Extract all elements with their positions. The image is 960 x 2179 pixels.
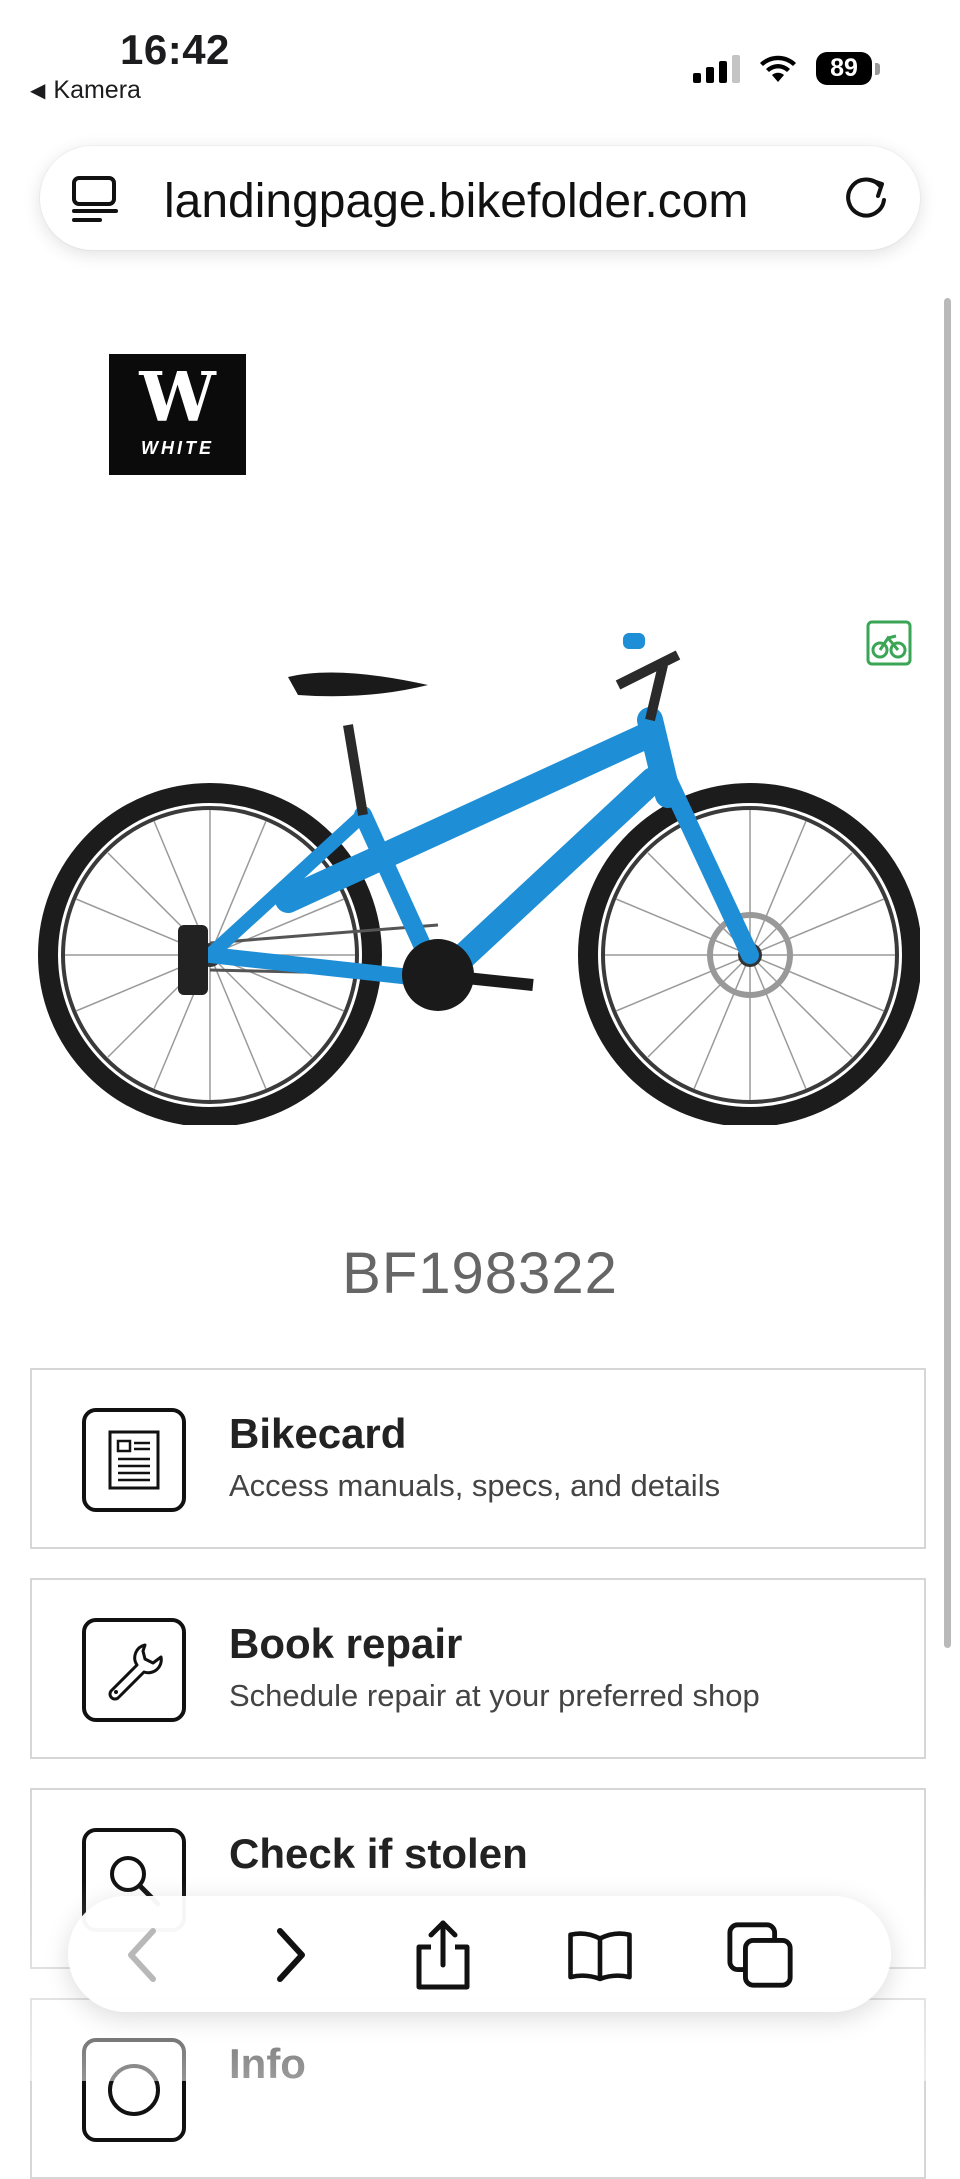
card-subtitle: Schedule repair at your preferred shop [229, 1678, 760, 1713]
status-icons: 89 [693, 52, 880, 85]
back-icon[interactable] [108, 1920, 178, 1990]
wifi-icon [760, 55, 796, 82]
address-bar[interactable]: landingpage.bikefolder.com [40, 146, 920, 250]
bike-frame [202, 707, 759, 993]
back-to-app-link[interactable]: ◀ Kamera [30, 76, 141, 105]
cellular-signal-icon [693, 54, 740, 83]
back-triangle-icon: ◀ [30, 80, 46, 102]
share-icon[interactable] [408, 1920, 478, 1990]
forward-icon[interactable] [255, 1920, 325, 1990]
status-bar: 16:42 ◀ Kamera 89 [0, 0, 960, 110]
info-card[interactable]: Info [30, 1998, 926, 2179]
scroll-indicator[interactable] [944, 298, 951, 1648]
serial-number: BF198322 [342, 1241, 618, 1306]
battery-level: 89 [816, 52, 872, 85]
saddle [288, 672, 428, 697]
logo-name: WHITE [141, 438, 214, 458]
browser-toolbar [68, 1896, 891, 2012]
card-title: Book repair [229, 1620, 463, 1667]
wrench-icon [82, 1618, 186, 1722]
book-repair-card[interactable]: Book repair Schedule repair at your pref… [30, 1578, 926, 1759]
bike-photo [38, 633, 920, 1125]
logo-letter: W [139, 358, 216, 438]
bookmarks-icon[interactable] [565, 1920, 635, 1990]
card-title: Check if stolen [229, 1830, 528, 1877]
card-title: Bikecard [229, 1410, 407, 1457]
bikecard-card[interactable]: Bikecard Access manuals, specs, and deta… [30, 1368, 926, 1549]
reload-icon[interactable] [840, 172, 892, 224]
clock: 16:42 [120, 26, 230, 73]
url-text[interactable]: landingpage.bikefolder.com [164, 174, 748, 229]
card-subtitle: Access manuals, specs, and details [229, 1468, 721, 1503]
page-menu-icon[interactable] [70, 174, 120, 224]
info-icon [82, 2038, 186, 2142]
battery-icon: 89 [816, 52, 880, 85]
document-icon [82, 1408, 186, 1512]
brand-logo: W WHITE [109, 354, 246, 475]
tabs-icon[interactable] [726, 1920, 796, 1990]
back-app-label: Kamera [53, 76, 141, 104]
